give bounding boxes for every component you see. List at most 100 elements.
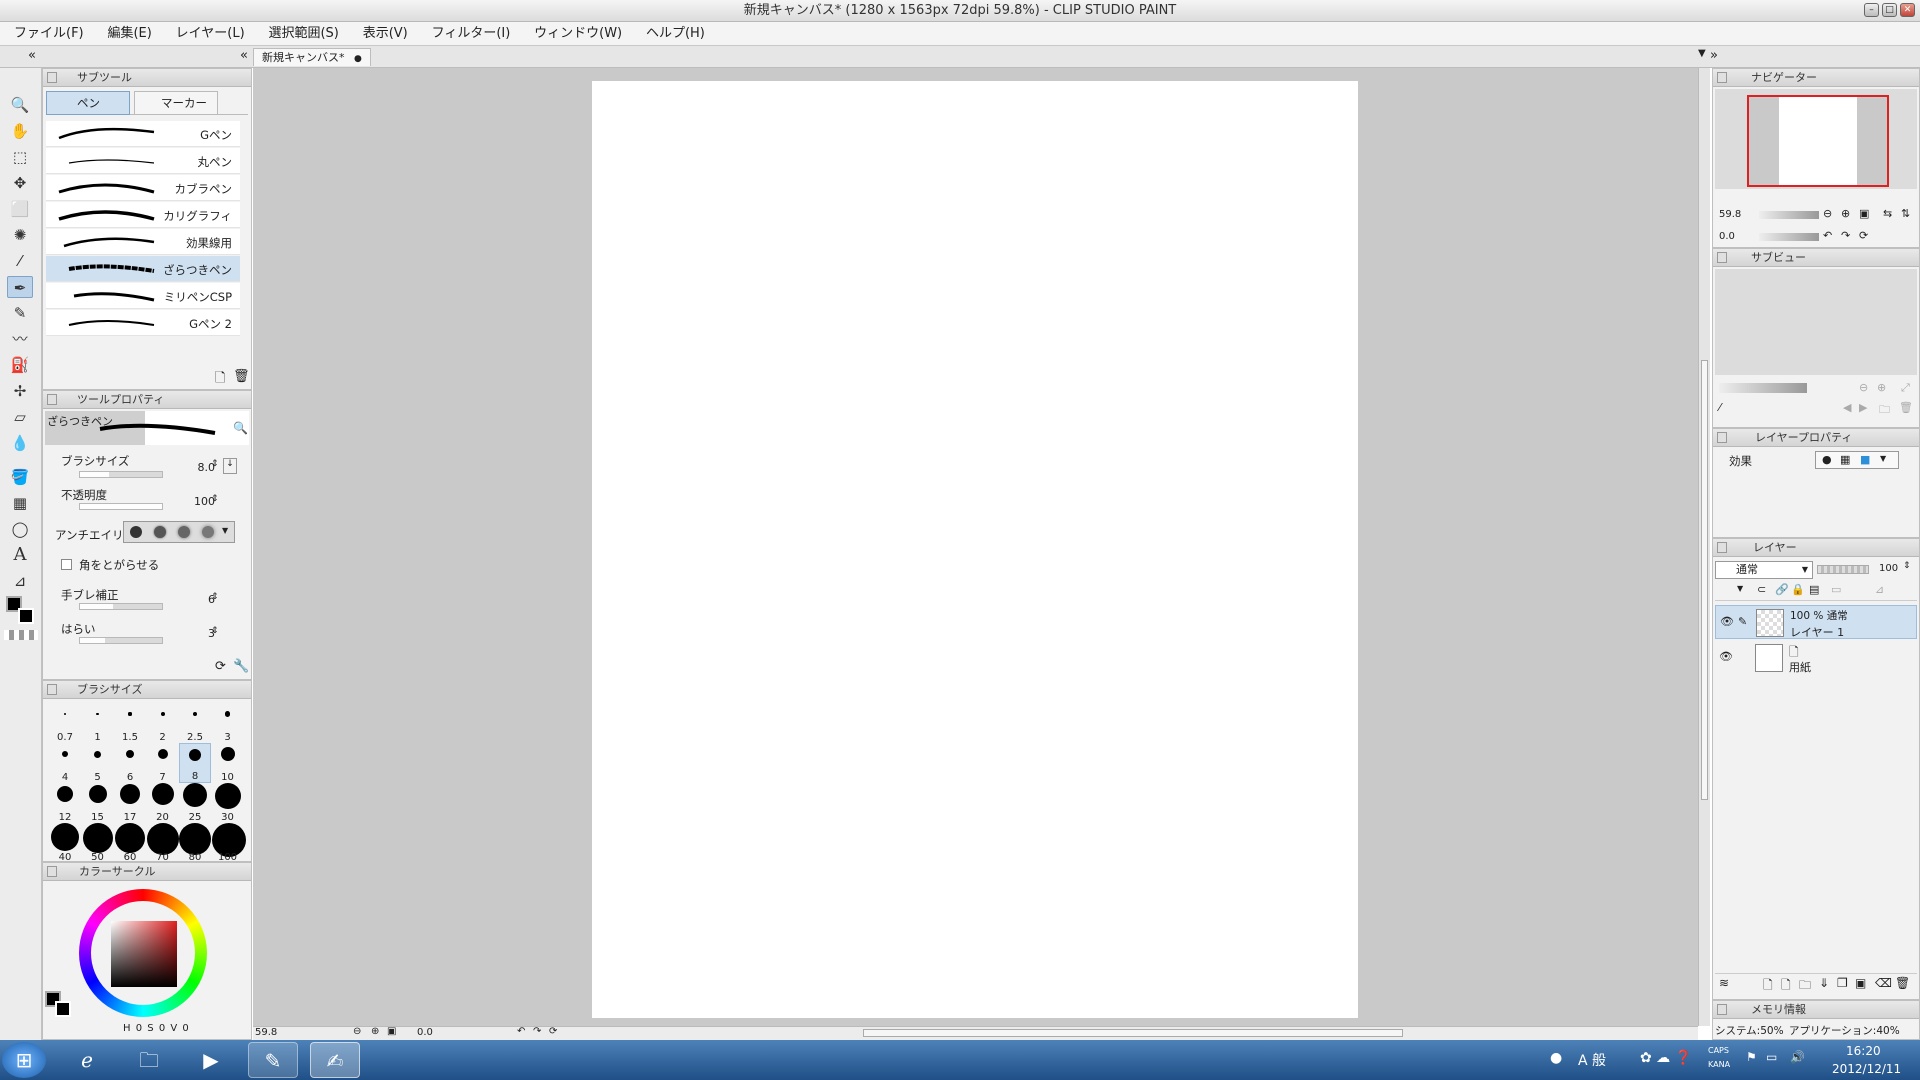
brush-size-cell[interactable]: 7 (147, 743, 179, 783)
vertical-scroll-thumb[interactable] (1701, 360, 1708, 800)
rotate-left-icon[interactable]: ↶ (1823, 229, 1832, 242)
brush-item-g-pen-2[interactable]: Gペン 2 (46, 310, 240, 336)
brush-size-cell[interactable]: 10 (212, 743, 244, 783)
collapse-left-icon[interactable]: « (28, 48, 36, 63)
media-player-icon[interactable]: ▶ (186, 1042, 236, 1078)
auto-select-icon[interactable]: ✺ (7, 224, 33, 246)
brush-item-milli-pen[interactable]: ミリペンCSP (46, 283, 240, 309)
layer-row-layer1[interactable]: 👁 ✎ 100 % 通常 レイヤー 1 (1715, 605, 1917, 639)
previous-icon[interactable]: ◀ (1843, 401, 1851, 414)
tab-dropdown-icon[interactable]: ▼ (1698, 48, 1706, 59)
brush-size-slider[interactable] (79, 471, 163, 478)
wrench-icon[interactable]: 🔧 (233, 659, 249, 674)
brush-size-cell[interactable]: 1.5 (114, 703, 146, 743)
menu-filter[interactable]: フィルター(I) (422, 22, 521, 46)
close-button[interactable]: ✕ (1900, 3, 1915, 17)
brush-item-maru-pen[interactable]: 丸ペン (46, 148, 240, 174)
delete-image-icon[interactable]: 🗑 (1899, 401, 1913, 414)
antialias-medium-icon[interactable] (178, 526, 190, 538)
new-vector-layer-icon[interactable]: 🗋 (1781, 976, 1791, 997)
reset-rotation-icon[interactable]: ⟳ (1859, 229, 1868, 242)
next-icon[interactable]: ▶ (1859, 401, 1867, 414)
reset-rotation-icon[interactable]: ⟳ (549, 1026, 557, 1037)
brush-size-cell[interactable]: 2.5 (179, 703, 211, 743)
gradient-tool-icon[interactable]: ▦ (7, 492, 33, 514)
tab-close-dot-icon[interactable]: ● (354, 54, 362, 64)
new-subtool-icon[interactable]: 🗋 (215, 369, 225, 391)
status-angle-value[interactable]: 0.0 (417, 1027, 433, 1038)
menu-window[interactable]: ウィンドウ(W) (524, 22, 632, 46)
antialias-none-icon[interactable] (130, 526, 142, 538)
brush-size-cell[interactable]: 70 (146, 823, 179, 863)
fit-icon[interactable]: ▣ (387, 1026, 396, 1037)
hue-ring[interactable] (79, 889, 207, 1017)
brush-item-g-pen[interactable]: Gペン (46, 121, 240, 147)
pencil-tool-icon[interactable]: ✎ (7, 302, 33, 324)
notification-icon[interactable]: ● (1550, 1050, 1562, 1066)
brush-size-cell[interactable]: 15 (82, 783, 114, 823)
collapse-palette-icon[interactable]: « (240, 48, 248, 63)
opacity-slider[interactable] (79, 503, 163, 510)
brush-size-cell[interactable]: 60 (114, 823, 146, 863)
spin-arrows-icon[interactable]: ⇕ (211, 626, 219, 636)
menu-edit[interactable]: 編集(E) (97, 22, 161, 46)
rotate-right-icon[interactable]: ↷ (1841, 229, 1850, 242)
delete-layer-icon[interactable]: 🗑 (1895, 976, 1910, 990)
start-button-icon[interactable]: ⊞ (2, 1042, 46, 1078)
spin-arrows-icon[interactable]: ⇕ (211, 592, 219, 602)
sub-view-zoom-slider[interactable] (1719, 383, 1807, 393)
rotate-right-icon[interactable]: ↷ (533, 1026, 541, 1037)
selection-tool-icon[interactable]: ⬜ (7, 198, 33, 220)
eraser-tool-icon[interactable]: ▱ (7, 406, 33, 428)
taper-slider[interactable] (79, 637, 163, 644)
rotate-left-icon[interactable]: ↶ (517, 1026, 525, 1037)
explorer-folder-icon[interactable]: 🗀 (124, 1042, 174, 1078)
zoom-out-icon[interactable]: ⊖ (1823, 207, 1832, 220)
merge-down-icon[interactable]: ⇓ (1819, 976, 1829, 990)
blend-tool-icon[interactable]: 💧 (7, 432, 33, 454)
brush-tool-icon[interactable]: 〰 (7, 328, 33, 350)
navigator-preview[interactable] (1715, 89, 1917, 189)
brush-size-cell[interactable]: 100 (211, 823, 246, 863)
airbrush-tool-icon[interactable]: ⛽ (7, 354, 33, 376)
tone-effect-icon[interactable]: ▦ (1840, 453, 1850, 466)
layer-color-icon[interactable]: ■ (1860, 453, 1870, 466)
menu-help[interactable]: ヘルプ(H) (636, 22, 715, 46)
color-sub-swatch[interactable] (55, 1001, 71, 1017)
brush-size-cell[interactable]: 50 (82, 823, 114, 863)
navigator-view-frame[interactable] (1747, 95, 1889, 187)
zoom-out-icon[interactable]: ⊖ (1859, 381, 1868, 394)
vertical-scrollbar[interactable] (1698, 68, 1710, 1026)
clock-date[interactable]: 2012/12/11 (1832, 1062, 1901, 1076)
volume-icon[interactable]: 🔊 (1790, 1050, 1805, 1064)
text-tool-icon[interactable]: A (7, 544, 33, 566)
sub-color-swatch[interactable] (18, 608, 34, 624)
hand-tool-icon[interactable]: ✋ (7, 120, 33, 142)
spin-arrows-icon[interactable]: ⇕ (211, 494, 219, 504)
brush-size-cell[interactable]: 12 (49, 783, 81, 823)
flip-vertical-icon[interactable]: ⇅ (1901, 207, 1910, 220)
border-effect-icon[interactable]: ● (1822, 453, 1832, 466)
stabilization-slider[interactable] (79, 603, 163, 610)
flag-icon[interactable]: ⚑ (1746, 1050, 1757, 1064)
clip-studio-paint-icon[interactable]: ✍ (310, 1042, 360, 1078)
ruler-icon[interactable]: ⊿ (1875, 583, 1884, 596)
lock-transparent-icon[interactable]: ▤ (1809, 583, 1819, 596)
mask-icon[interactable]: ▭ (1831, 583, 1841, 596)
zoom-in-icon[interactable]: ⊕ (1877, 381, 1886, 394)
tab-marker[interactable]: マーカー (134, 91, 218, 115)
clip-icon[interactable]: ⊂ (1757, 583, 1766, 596)
layer-opacity-slider[interactable] (1817, 565, 1869, 574)
antialias-strong-icon[interactable] (202, 526, 214, 538)
brush-size-cell[interactable]: 25 (179, 783, 211, 823)
eyedropper-icon[interactable]: ⁄ (1719, 401, 1721, 414)
brush-size-cell[interactable]: 80 (179, 823, 211, 863)
zoom-out-icon[interactable]: ⊖ (353, 1026, 361, 1037)
magnify-icon[interactable]: 🔍 (233, 421, 248, 435)
saturation-value-square[interactable] (111, 921, 177, 987)
delete-subtool-icon[interactable]: 🗑 (233, 369, 250, 384)
brush-size-cell[interactable]: 4 (49, 743, 81, 783)
spin-arrows-icon[interactable]: ⇕ (1903, 561, 1911, 571)
fit-screen-icon[interactable]: ▣ (1859, 207, 1869, 220)
antialias-selector[interactable]: ▼ (123, 521, 235, 543)
